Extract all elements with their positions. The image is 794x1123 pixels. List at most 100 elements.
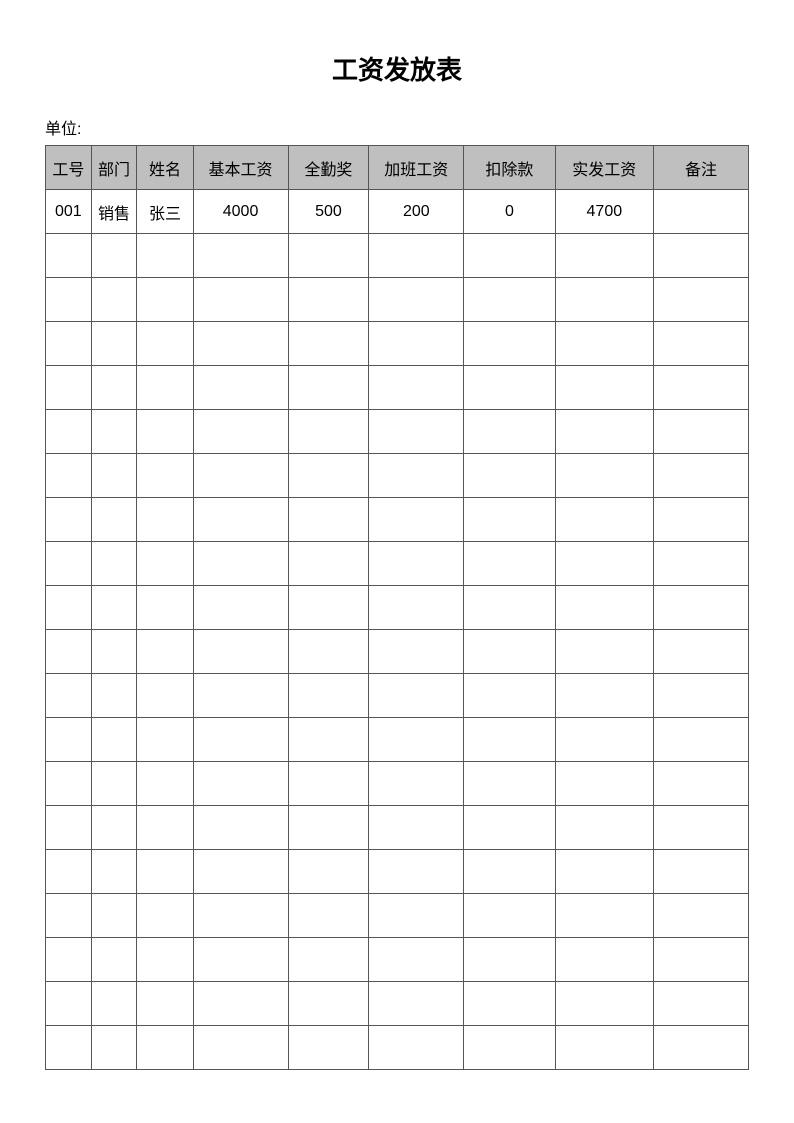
table-cell: [91, 454, 137, 498]
table-cell: [193, 718, 288, 762]
table-cell: [91, 542, 137, 586]
table-cell: 销售: [91, 190, 137, 234]
table-cell: [654, 806, 749, 850]
table-cell: [193, 806, 288, 850]
table-cell: [555, 586, 653, 630]
table-cell: [193, 498, 288, 542]
table-cell: [46, 322, 92, 366]
table-cell: [555, 894, 653, 938]
header-employee-id: 工号: [46, 146, 92, 190]
table-row: [46, 850, 749, 894]
table-cell: [137, 1026, 193, 1070]
table-cell: [654, 234, 749, 278]
table-cell: [369, 894, 464, 938]
table-cell: [46, 762, 92, 806]
table-cell: [137, 366, 193, 410]
table-cell: [369, 718, 464, 762]
table-cell: [369, 806, 464, 850]
table-row: [46, 498, 749, 542]
header-name: 姓名: [137, 146, 193, 190]
unit-label: 单位:: [45, 115, 749, 139]
table-cell: 4700: [555, 190, 653, 234]
table-cell: [654, 498, 749, 542]
table-cell: [137, 982, 193, 1026]
table-row: [46, 410, 749, 454]
table-row: [46, 586, 749, 630]
table-cell: [46, 366, 92, 410]
table-cell: [91, 1026, 137, 1070]
table-cell: [654, 938, 749, 982]
table-row: [46, 938, 749, 982]
table-cell: [137, 542, 193, 586]
table-cell: [46, 234, 92, 278]
table-cell: [91, 630, 137, 674]
table-row: [46, 762, 749, 806]
table-cell: [369, 630, 464, 674]
table-cell: [654, 190, 749, 234]
table-cell: [464, 850, 555, 894]
table-cell: [654, 718, 749, 762]
table-cell: [464, 1026, 555, 1070]
table-row: [46, 982, 749, 1026]
table-row: [46, 366, 749, 410]
table-cell: [555, 850, 653, 894]
table-cell: [137, 234, 193, 278]
table-cell: [654, 1026, 749, 1070]
table-row: 001销售张三400050020004700: [46, 190, 749, 234]
table-cell: [288, 498, 369, 542]
table-cell: [91, 322, 137, 366]
table-cell: [555, 982, 653, 1026]
table-cell: [369, 542, 464, 586]
table-cell: [464, 366, 555, 410]
table-cell: [91, 762, 137, 806]
table-cell: [288, 894, 369, 938]
table-cell: [464, 630, 555, 674]
table-cell: [654, 542, 749, 586]
table-cell: [555, 410, 653, 454]
table-cell: [654, 586, 749, 630]
table-cell: [46, 850, 92, 894]
table-cell: [46, 498, 92, 542]
table-cell: [193, 586, 288, 630]
table-cell: [137, 718, 193, 762]
table-cell: [288, 938, 369, 982]
table-cell: [193, 454, 288, 498]
table-cell: [288, 982, 369, 1026]
table-cell: [288, 278, 369, 322]
table-cell: [464, 894, 555, 938]
table-cell: [369, 322, 464, 366]
table-cell: [288, 366, 369, 410]
table-cell: [464, 806, 555, 850]
header-department: 部门: [91, 146, 137, 190]
table-cell: [555, 762, 653, 806]
table-cell: [91, 718, 137, 762]
table-cell: [464, 322, 555, 366]
table-cell: [137, 322, 193, 366]
table-cell: [555, 234, 653, 278]
table-body: 001销售张三400050020004700: [46, 190, 749, 1070]
header-deductions: 扣除款: [464, 146, 555, 190]
table-cell: [555, 938, 653, 982]
table-cell: 4000: [193, 190, 288, 234]
table-cell: [193, 234, 288, 278]
table-cell: [464, 586, 555, 630]
table-cell: [46, 674, 92, 718]
header-net-salary: 实发工资: [555, 146, 653, 190]
table-cell: [193, 278, 288, 322]
table-cell: [91, 366, 137, 410]
table-cell: [137, 630, 193, 674]
table-cell: [369, 586, 464, 630]
page-title: 工资发放表: [45, 50, 749, 87]
table-row: [46, 322, 749, 366]
table-cell: [193, 850, 288, 894]
table-cell: [654, 762, 749, 806]
table-cell: [288, 850, 369, 894]
table-cell: [288, 1026, 369, 1070]
table-cell: [46, 982, 92, 1026]
table-header-row: 工号 部门 姓名 基本工资 全勤奖 加班工资 扣除款 实发工资 备注: [46, 146, 749, 190]
table-cell: [464, 938, 555, 982]
table-cell: [369, 454, 464, 498]
table-cell: [91, 410, 137, 454]
table-cell: [555, 322, 653, 366]
table-cell: [369, 762, 464, 806]
